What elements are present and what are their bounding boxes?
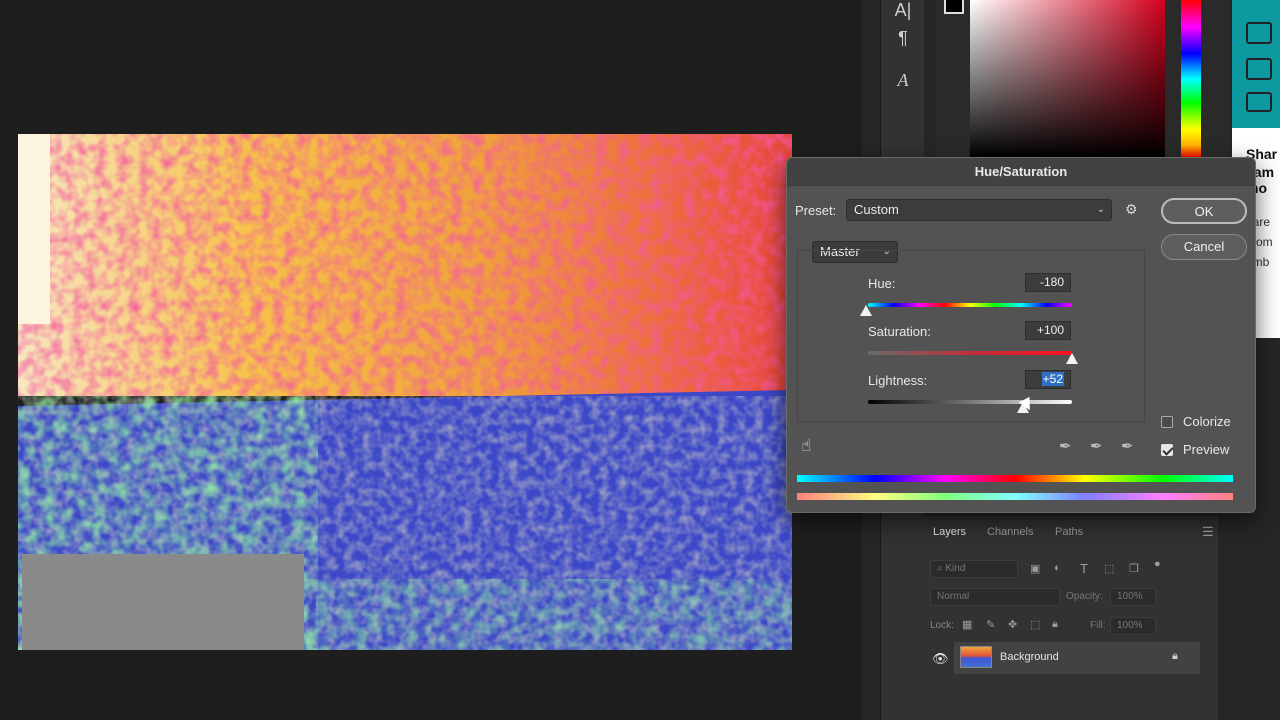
eyedropper-minus-icon[interactable]: ✒︎ — [1121, 437, 1134, 455]
saturation-label: Saturation: — [868, 324, 931, 339]
filter-type-icon[interactable]: T — [1080, 561, 1088, 576]
colorize-checkbox[interactable] — [1161, 416, 1173, 428]
edit-icon — [1246, 92, 1272, 112]
fill-value: 100% — [1117, 620, 1143, 631]
opacity-label: Opacity: — [1066, 591, 1103, 602]
layer-name: Background — [1000, 651, 1059, 663]
foreground-swatch[interactable] — [944, 0, 964, 14]
output-spectrum-bar — [797, 493, 1233, 500]
preset-options-gear-icon[interactable]: ⚙︎ — [1125, 201, 1138, 218]
blend-mode-select[interactable]: Normal — [930, 588, 1060, 606]
blend-mode-value: Normal — [937, 591, 970, 602]
preset-label: Preset: — [795, 203, 837, 218]
saturation-input[interactable]: +100 — [1025, 321, 1071, 340]
hue-label: Hue: — [868, 276, 896, 291]
ok-button[interactable]: OK — [1161, 198, 1247, 224]
colorize-label: Colorize — [1183, 414, 1231, 429]
eyedropper-icon[interactable]: ✒︎ — [1059, 437, 1072, 455]
color-field[interactable] — [970, 0, 1165, 158]
fill-field[interactable]: 100% — [1110, 617, 1156, 635]
lock-image-icon[interactable]: ✎ — [986, 618, 995, 631]
lock-label: Lock: — [930, 620, 954, 631]
layer-filter-kind[interactable]: ⌕ Kind — [930, 560, 1018, 578]
opacity-field[interactable]: 100% — [1110, 588, 1156, 606]
preset-select[interactable]: Custom ⌄ — [846, 199, 1112, 221]
lightness-input[interactable]: +52 — [1025, 370, 1071, 389]
dialog-title: Hue/Saturation — [787, 158, 1255, 186]
hue-slider-thumb[interactable] — [860, 305, 872, 316]
play-icon — [1246, 58, 1272, 80]
adjustments-group — [797, 250, 1145, 422]
glyphs-panel-button[interactable]: A — [884, 62, 922, 98]
hue-saturation-dialog: Hue/Saturation Preset: Custom ⌄ ⚙︎ OK Ca… — [786, 157, 1256, 513]
lightness-label: Lightness: — [868, 373, 928, 388]
hue-strip[interactable] — [1181, 0, 1201, 158]
eyedropper-plus-icon[interactable]: ✒︎ — [1090, 437, 1103, 455]
document-image[interactable] — [18, 134, 792, 650]
text-tool-label: A| — [894, 0, 912, 20]
targeted-adjustment-hand-icon[interactable]: ☝︎ — [801, 436, 811, 456]
filter-adjustment-icon[interactable]: ◐ — [1054, 562, 1061, 574]
cancel-button[interactable]: Cancel — [1161, 234, 1247, 260]
saturation-slider-thumb[interactable] — [1066, 353, 1078, 364]
fill-label: Fill: — [1090, 620, 1106, 631]
hue-slider-track[interactable] — [868, 303, 1072, 307]
hue-input[interactable]: -180 — [1025, 273, 1071, 292]
glyph-icon: A — [897, 69, 909, 90]
paragraph-icon: ¶ — [898, 27, 908, 48]
tab-channels[interactable]: Channels — [987, 526, 1033, 538]
preset-value: Custom — [854, 202, 899, 217]
web-page-header — [1232, 0, 1280, 128]
lock-position-icon[interactable]: ✥ — [1008, 618, 1017, 631]
input-spectrum-bar — [797, 475, 1233, 482]
saturation-slider-track[interactable] — [868, 351, 1072, 355]
layer-thumbnail — [960, 646, 992, 668]
panel-menu-icon[interactable]: ☰ — [1202, 524, 1214, 540]
opacity-value: 100% — [1117, 591, 1143, 602]
kind-placeholder: Kind — [945, 563, 966, 574]
filter-image-icon[interactable]: ▣ — [1030, 562, 1040, 575]
layers-panel: Layers Channels Paths ☰ ⌕ Kind ▣ ◐ T ⬚ ❐… — [924, 515, 1218, 720]
filter-shape-icon[interactable]: ⬚ — [1104, 562, 1114, 575]
document-image-art — [18, 134, 792, 650]
lock-transparent-icon[interactable]: ▦ — [962, 618, 972, 631]
filter-smart-object-icon[interactable]: ❐ — [1129, 562, 1139, 575]
lock-artboard-icon[interactable]: ⬚ — [1030, 618, 1040, 631]
layer-row-background[interactable]: Background 🔒︎ — [954, 642, 1200, 674]
canvas-area — [0, 0, 862, 720]
tab-layers[interactable]: Layers — [933, 526, 966, 538]
preview-checkbox[interactable] — [1161, 444, 1173, 456]
tab-paths[interactable]: Paths — [1055, 526, 1083, 538]
visibility-eye-icon[interactable]: 👁︎ — [932, 651, 949, 667]
lock-all-icon[interactable]: 🔒︎ — [1052, 618, 1058, 631]
web-icon-box — [1246, 22, 1272, 44]
filter-toggle-icon[interactable]: ● — [1154, 558, 1161, 570]
layer-lock-icon: 🔒︎ — [1172, 650, 1178, 662]
lightness-value-selected: +52 — [1041, 372, 1064, 386]
preview-label: Preview — [1183, 442, 1230, 457]
paragraph-panel-button[interactable]: ¶ — [884, 20, 922, 56]
lightness-slider-track[interactable] — [868, 400, 1072, 404]
chevron-down-icon: ⌄ — [1096, 204, 1105, 215]
